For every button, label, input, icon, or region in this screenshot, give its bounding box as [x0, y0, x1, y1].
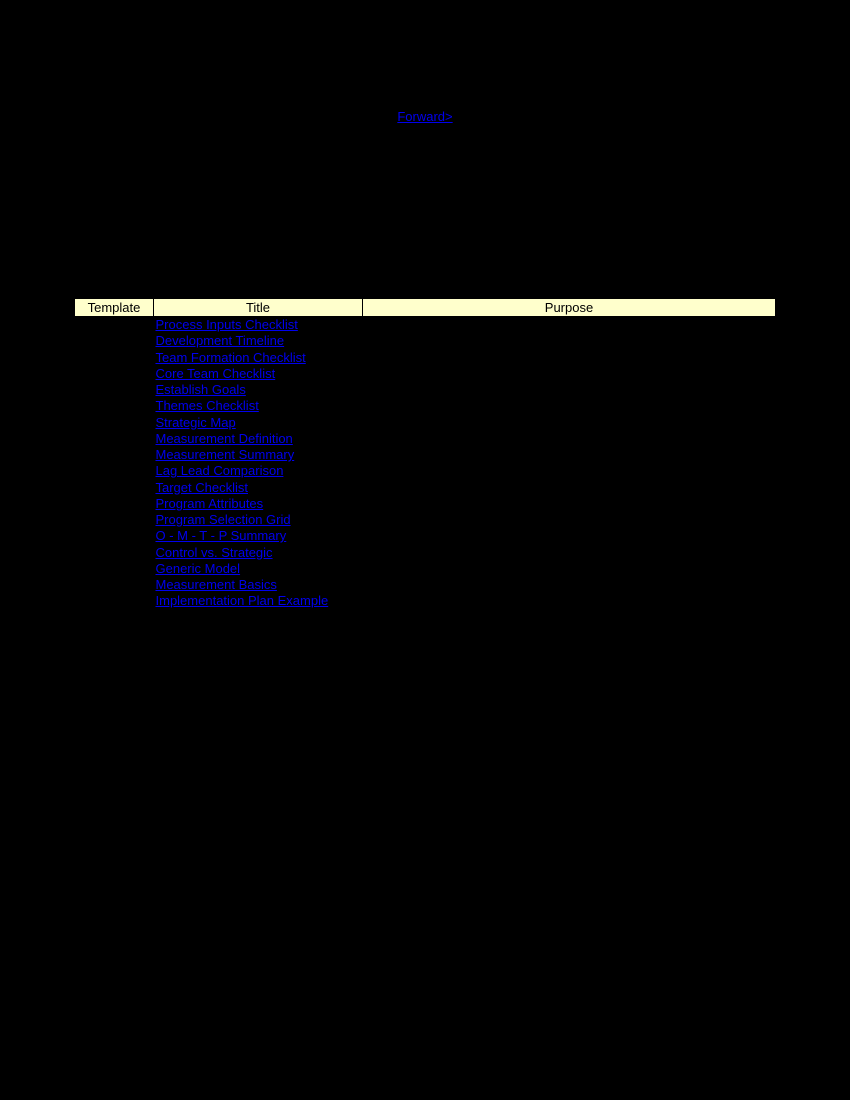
table-row: Program Attributes	[75, 496, 776, 512]
table-header-row: Template Title Purpose	[75, 299, 776, 317]
template-cell	[75, 333, 154, 349]
purpose-cell	[363, 333, 776, 349]
title-link[interactable]: Implementation Plan Example	[156, 593, 329, 608]
purpose-cell	[363, 447, 776, 463]
title-link[interactable]: Development Timeline	[156, 333, 285, 348]
title-link[interactable]: Measurement Summary	[156, 447, 295, 462]
table-row: Measurement Basics	[75, 577, 776, 593]
purpose-cell	[363, 463, 776, 479]
table-row: Measurement Definition	[75, 431, 776, 447]
table-row: Team Formation Checklist	[75, 350, 776, 366]
title-link[interactable]: Themes Checklist	[156, 398, 259, 413]
title-link[interactable]: Lag Lead Comparison	[156, 463, 284, 478]
title-cell: Development Timeline	[154, 333, 363, 349]
title-cell: Measurement Summary	[154, 447, 363, 463]
purpose-cell	[363, 528, 776, 544]
purpose-cell	[363, 366, 776, 382]
template-cell	[75, 415, 154, 431]
title-cell: Lag Lead Comparison	[154, 463, 363, 479]
title-link[interactable]: Strategic Map	[156, 415, 236, 430]
title-link[interactable]: Measurement Definition	[156, 431, 293, 446]
purpose-cell	[363, 431, 776, 447]
title-cell: Measurement Basics	[154, 577, 363, 593]
purpose-cell	[363, 317, 776, 334]
purpose-cell	[363, 415, 776, 431]
template-cell	[75, 512, 154, 528]
template-table-wrap: Template Title Purpose Process Inputs Ch…	[74, 298, 776, 610]
title-link[interactable]: Program Attributes	[156, 496, 264, 511]
col-template-header: Template	[75, 299, 154, 317]
title-link[interactable]: Core Team Checklist	[156, 366, 276, 381]
title-link[interactable]: Program Selection Grid	[156, 512, 291, 527]
table-row: Target Checklist	[75, 480, 776, 496]
table-row: Program Selection Grid	[75, 512, 776, 528]
table-row: Lag Lead Comparison	[75, 463, 776, 479]
purpose-cell	[363, 593, 776, 609]
title-link[interactable]: Team Formation Checklist	[156, 350, 306, 365]
purpose-cell	[363, 577, 776, 593]
title-link[interactable]: Measurement Basics	[156, 577, 277, 592]
forward-link[interactable]: Forward>	[397, 109, 452, 124]
title-link[interactable]: Process Inputs Checklist	[156, 317, 298, 332]
title-cell: Generic Model	[154, 561, 363, 577]
template-cell	[75, 317, 154, 334]
title-cell: Team Formation Checklist	[154, 350, 363, 366]
template-table: Template Title Purpose Process Inputs Ch…	[74, 298, 776, 610]
template-cell	[75, 545, 154, 561]
title-cell: Program Attributes	[154, 496, 363, 512]
title-cell: Strategic Map	[154, 415, 363, 431]
title-cell: Establish Goals	[154, 382, 363, 398]
title-cell: Core Team Checklist	[154, 366, 363, 382]
title-cell: Implementation Plan Example	[154, 593, 363, 609]
col-purpose-header: Purpose	[363, 299, 776, 317]
title-link[interactable]: Control vs. Strategic	[156, 545, 273, 560]
table-row: Measurement Summary	[75, 447, 776, 463]
template-cell	[75, 528, 154, 544]
title-link[interactable]: Generic Model	[156, 561, 241, 576]
title-cell: Program Selection Grid	[154, 512, 363, 528]
template-cell	[75, 561, 154, 577]
template-cell	[75, 447, 154, 463]
template-cell	[75, 463, 154, 479]
table-row: Themes Checklist	[75, 398, 776, 414]
purpose-cell	[363, 350, 776, 366]
title-cell: Control vs. Strategic	[154, 545, 363, 561]
template-cell	[75, 382, 154, 398]
purpose-cell	[363, 561, 776, 577]
template-cell	[75, 350, 154, 366]
purpose-cell	[363, 512, 776, 528]
purpose-cell	[363, 398, 776, 414]
title-link[interactable]: O - M - T - P Summary	[156, 528, 287, 543]
template-cell	[75, 366, 154, 382]
top-nav: Forward>	[0, 0, 850, 126]
template-cell	[75, 398, 154, 414]
table-row: Establish Goals	[75, 382, 776, 398]
title-link[interactable]: Establish Goals	[156, 382, 246, 397]
template-cell	[75, 496, 154, 512]
table-row: Generic Model	[75, 561, 776, 577]
purpose-cell	[363, 545, 776, 561]
purpose-cell	[363, 382, 776, 398]
title-cell: Process Inputs Checklist	[154, 317, 363, 334]
table-row: Implementation Plan Example	[75, 593, 776, 609]
title-cell: Target Checklist	[154, 480, 363, 496]
table-row: Strategic Map	[75, 415, 776, 431]
table-row: Core Team Checklist	[75, 366, 776, 382]
title-cell: Themes Checklist	[154, 398, 363, 414]
title-link[interactable]: Target Checklist	[156, 480, 248, 495]
purpose-cell	[363, 480, 776, 496]
title-cell: Measurement Definition	[154, 431, 363, 447]
purpose-cell	[363, 496, 776, 512]
title-cell: O - M - T - P Summary	[154, 528, 363, 544]
table-row: O - M - T - P Summary	[75, 528, 776, 544]
table-row: Control vs. Strategic	[75, 545, 776, 561]
template-cell	[75, 593, 154, 609]
template-cell	[75, 480, 154, 496]
table-row: Process Inputs Checklist	[75, 317, 776, 334]
table-row: Development Timeline	[75, 333, 776, 349]
template-cell	[75, 431, 154, 447]
col-title-header: Title	[154, 299, 363, 317]
template-cell	[75, 577, 154, 593]
